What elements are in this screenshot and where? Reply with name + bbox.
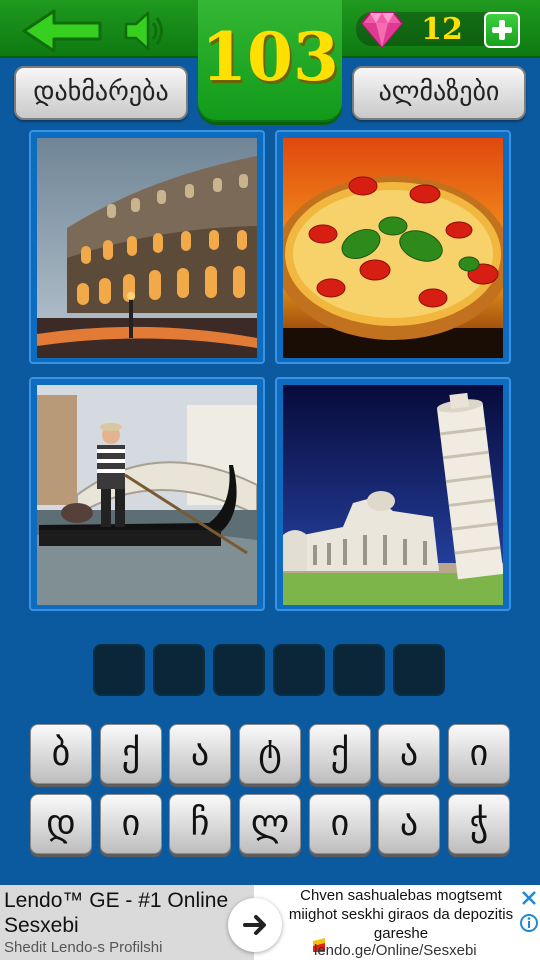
- answer-slot-1[interactable]: [93, 644, 145, 696]
- answer-slot-3[interactable]: [213, 644, 265, 696]
- diamonds-button[interactable]: ალმაზები: [352, 66, 526, 120]
- level-number: 103: [198, 0, 342, 122]
- picture-tile-3[interactable]: [29, 377, 265, 611]
- letter-key[interactable]: დ: [30, 794, 92, 854]
- back-button[interactable]: [20, 8, 104, 54]
- letter-key[interactable]: ი: [448, 724, 510, 784]
- letter-key[interactable]: ი: [309, 794, 371, 854]
- diamond-icon: [360, 9, 404, 49]
- ad-body: Chven sashualebas mogtsemt miighot seskh…: [288, 887, 514, 942]
- letter-key[interactable]: ა: [169, 724, 231, 784]
- close-icon[interactable]: [519, 888, 539, 908]
- letter-key[interactable]: ა: [378, 794, 440, 854]
- gondola-image: [37, 385, 257, 605]
- ad-title: Lendo™ GE - #1 Online Sesxebi: [4, 889, 229, 937]
- letter-key[interactable]: ჩ: [169, 794, 231, 854]
- picture-tile-4[interactable]: [275, 377, 511, 611]
- ad-subtitle: Shedit Lendo-s Profilshi: [4, 939, 163, 956]
- ad-url[interactable]: lendo.ge/Online/Sesxebi: [314, 942, 477, 959]
- ad-open-button[interactable]: [228, 898, 282, 952]
- leaning-tower-image: [283, 385, 503, 605]
- answer-slot-6[interactable]: [393, 644, 445, 696]
- letter-key[interactable]: ა: [378, 724, 440, 784]
- answer-slot-5[interactable]: [333, 644, 385, 696]
- hint-button[interactable]: დახმარება: [14, 66, 188, 120]
- sound-button[interactable]: [122, 8, 170, 54]
- letter-key[interactable]: ტ: [239, 724, 301, 784]
- picture-tile-2[interactable]: [275, 130, 511, 364]
- letter-key[interactable]: ქ: [309, 724, 371, 784]
- add-gems-button[interactable]: [484, 12, 520, 48]
- letter-key[interactable]: ჭ: [448, 794, 510, 854]
- letter-key[interactable]: ქ: [100, 724, 162, 784]
- letter-key[interactable]: ბ: [30, 724, 92, 784]
- speaker-icon: [124, 11, 163, 51]
- colosseum-image: [37, 138, 257, 358]
- letter-key[interactable]: ი: [100, 794, 162, 854]
- info-icon[interactable]: [519, 913, 539, 933]
- pizza-image: [283, 138, 503, 358]
- arrow-right-icon: [243, 915, 266, 935]
- gem-count: 12: [421, 12, 463, 47]
- answer-slot-2[interactable]: [153, 644, 205, 696]
- answer-slot-4[interactable]: [273, 644, 325, 696]
- ad-banner[interactable]: Lendo™ GE - #1 Online Sesxebi Shedit Len…: [0, 885, 540, 960]
- arrow-left-icon: [22, 9, 102, 53]
- picture-tile-1[interactable]: [29, 130, 265, 364]
- letter-key[interactable]: ლ: [239, 794, 301, 854]
